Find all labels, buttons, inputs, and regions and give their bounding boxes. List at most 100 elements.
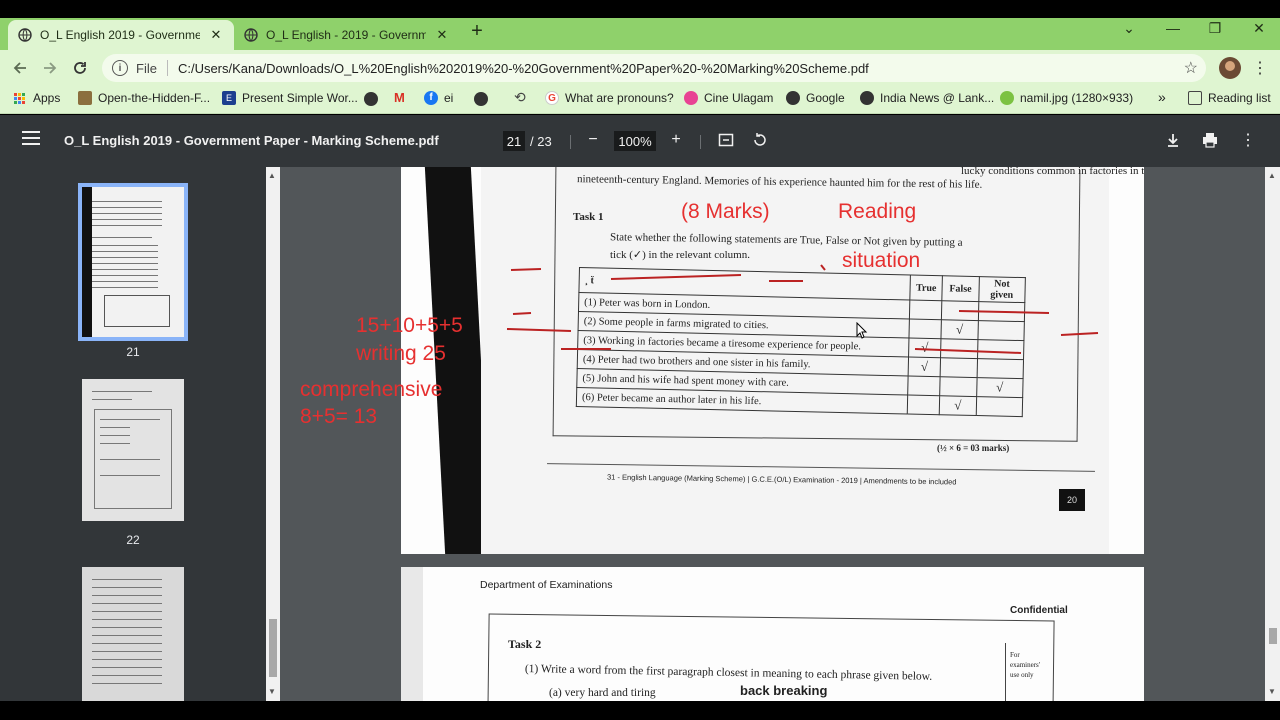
back-arrow-icon[interactable] [8,56,32,80]
scroll-down-icon[interactable]: ▼ [268,687,276,696]
facebook-icon: f [424,91,438,105]
bookmark-site-icon [78,91,92,105]
tab-title: O_L English - 2019 - Government [266,28,426,42]
page-total: / 23 [530,134,552,149]
globe-icon [786,91,800,105]
annotation-comp-sum: 8+5= 13 [300,405,378,428]
history-icon[interactable]: ⟲ [514,89,526,106]
scrollbar-thumb[interactable] [1269,628,1277,644]
zoom-input[interactable]: 100% [614,131,656,151]
task-heading: Task 2 [508,637,542,651]
department-heading: Department of Examinations [480,579,613,591]
fit-page-icon[interactable] [715,129,737,151]
restore-button[interactable]: ❐ [1200,20,1230,37]
bookmark-label: India News @ Lank... [880,91,995,105]
bookmark-label: Apps [33,91,61,105]
document-viewport: lucky conditions common in factories in … [280,167,1265,701]
image-icon [1000,91,1014,105]
scrollbar-thumb[interactable] [269,619,277,677]
pdf-toolbar: O_L English 2019 - Government Paper - Ma… [0,115,1280,167]
bookmark-label: ei [444,91,454,105]
print-icon[interactable] [1199,129,1221,151]
google-icon: G [545,91,559,105]
address-bar[interactable]: i File C:/Users/Kana/Downloads/O_L%20Eng… [102,54,1206,82]
bookmark-apps[interactable]: Apps [14,91,60,105]
reload-icon[interactable] [68,56,92,80]
divider [570,135,571,149]
close-tab-icon[interactable]: ✕ [208,27,224,43]
gmail-icon[interactable]: M [394,90,405,105]
annotation-reading: Reading [838,200,917,223]
reading-list-button[interactable]: Reading list [1188,91,1271,105]
globe-icon[interactable] [474,92,488,106]
reading-list-icon [1188,91,1202,105]
annotation-sum: 15+10+5+5 [356,314,463,337]
examiner-column: For examiners' use only [1005,643,1051,701]
thumbnail-page-23[interactable] [82,567,184,701]
examiner-label: use only [1010,671,1034,679]
thumbnail-label: 21 [126,345,140,359]
tab-marking-scheme[interactable]: O_L English 2019 - Government P ✕ [8,20,234,50]
scan-edge [401,567,423,701]
bookmark-present-simple[interactable]: E Present Simple Wor... [222,91,358,105]
globe-icon [18,28,32,42]
url-text: C:/Users/Kana/Downloads/O_L%20English%20… [177,60,869,76]
letterbox-bottom [0,701,1280,720]
more-options-icon[interactable]: ⋮ [1237,129,1259,151]
tab-search-button[interactable]: ⌄ [1114,20,1144,37]
bookmark-label: Google [806,91,845,105]
scroll-up-icon[interactable]: ▲ [1268,171,1276,180]
new-tab-button[interactable]: + [466,20,488,43]
confidential-label: Confidential [1010,605,1068,616]
bookmark-cine-ulagam[interactable]: Cine Ulagam [684,91,773,105]
bookmark-star-icon[interactable]: ☆ [1184,58,1198,78]
tab-government-paper[interactable]: O_L English - 2019 - Government ✕ [234,20,460,50]
forward-arrow-icon[interactable] [38,56,62,80]
annotation-marks: (8 Marks) [681,200,770,223]
close-window-button[interactable]: ✕ [1244,20,1274,37]
thumbnail-page-22[interactable] [82,379,184,521]
handwritten-answer: back breaking [740,683,828,698]
rotate-icon[interactable] [749,129,771,151]
bookmarks-bar: Apps Open-the-Hidden-F... E Present Simp… [0,86,1280,114]
reading-list-label: Reading list [1208,91,1271,105]
bookmark-site-icon: E [222,91,236,105]
thumbnail-page-21[interactable] [78,183,188,341]
browser-toolbar: i File C:/Users/Kana/Downloads/O_L%20Eng… [0,50,1280,86]
bookmark-india-news[interactable]: India News @ Lank... [860,91,994,105]
zoom-in-icon[interactable]: + [665,129,687,151]
zoom-out-icon[interactable]: − [582,129,604,151]
bookmark-label: namil.jpg (1280×933) [1020,91,1134,105]
scroll-up-icon[interactable]: ▲ [268,171,276,180]
document-title: O_L English 2019 - Government Paper - Ma… [64,133,439,148]
info-icon[interactable]: i [112,60,128,76]
bookmark-ei[interactable]: f ei [424,91,453,105]
browser-menu-icon[interactable]: ⋮ [1252,58,1268,78]
annotation-writing: writing 25 [356,342,446,365]
bookmark-label: Open-the-Hidden-F... [98,91,211,105]
document-scrollbar[interactable]: ▲ ▼ [1265,167,1280,701]
bookmark-namil[interactable]: namil.jpg (1280×933) [1000,91,1133,105]
globe-icon[interactable] [364,92,378,106]
bookmark-pronouns[interactable]: G What are pronouns? [545,91,674,105]
tab-title: O_L English 2019 - Government P [40,28,200,42]
apps-grid-icon [14,92,25,104]
menu-icon[interactable] [22,131,40,145]
examiner-label: For [1010,651,1020,659]
tab-strip: O_L English 2019 - Government P ✕ O_L En… [0,18,1280,50]
scroll-down-icon[interactable]: ▼ [1268,687,1276,696]
bookmark-site-icon [684,91,698,105]
bookmark-google[interactable]: Google [786,91,845,105]
sidebar-scrollbar[interactable]: ▲ ▼ [266,167,280,701]
close-tab-icon[interactable]: ✕ [434,27,450,43]
bookmark-hidden[interactable]: Open-the-Hidden-F... [78,91,210,105]
download-icon[interactable] [1162,129,1184,151]
profile-avatar[interactable] [1219,57,1241,79]
bookmark-label: Present Simple Wor... [242,91,358,105]
divider [700,135,701,149]
page-number-input[interactable]: 21 [503,131,525,151]
more-bookmarks-icon[interactable]: » [1158,89,1166,105]
pdf-page-21: lucky conditions common in factories in … [401,167,1144,554]
minimize-button[interactable]: — [1158,20,1188,36]
annotation-situation: situation [842,249,921,272]
